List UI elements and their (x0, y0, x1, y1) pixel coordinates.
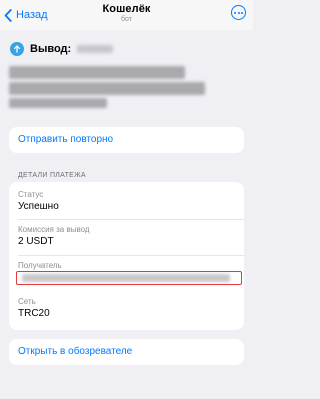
resend-card: Отправить повторно (9, 127, 244, 153)
explorer-card: Открыть в обозревателе (9, 339, 244, 365)
status-label: Статус (18, 190, 44, 199)
recipient-highlight-box (16, 271, 242, 285)
network-value: TRC20 (18, 308, 50, 319)
redacted-address-block (9, 64, 209, 110)
status-value: Успешно (18, 201, 59, 212)
withdraw-label: Вывод: (30, 43, 72, 55)
fee-value: 2 USDT (18, 236, 54, 247)
open-explorer-button[interactable]: Открыть в обозревателе (9, 339, 244, 365)
more-dot-icon (237, 11, 240, 14)
more-dot-icon (234, 11, 236, 14)
withdraw-amount-redacted (77, 45, 114, 53)
withdraw-header: Вывод: (10, 41, 114, 57)
recipient-label: Получатель (18, 261, 62, 270)
detail-status: Статус Успешно (18, 182, 235, 215)
detail-fee: Комиссия за вывод 2 USDT (18, 220, 235, 253)
page-title: Кошелёк (102, 3, 151, 15)
network-row-card: Сеть TRC20 (9, 289, 244, 330)
more-dot-icon (241, 11, 243, 14)
page-subtitle: бот (121, 16, 132, 23)
resend-button[interactable]: Отправить повторно (9, 127, 244, 153)
detail-network: Сеть TRC20 (18, 289, 235, 325)
fee-label: Комиссия за вывод (18, 225, 90, 234)
network-label: Сеть (18, 297, 36, 306)
more-options-button[interactable] (231, 5, 246, 20)
usdt-coin-icon (10, 42, 24, 56)
navigation-bar: Назад Кошелёк бот (0, 0, 253, 30)
payment-details-header: ДЕТАЛИ ПЛАТЕЖА (18, 172, 86, 179)
